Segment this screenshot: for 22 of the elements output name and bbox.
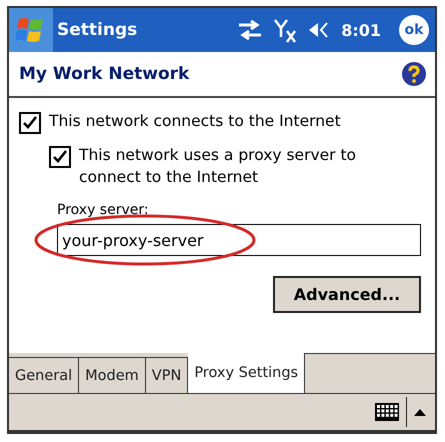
up-arrow-icon[interactable] — [413, 407, 427, 417]
window-title: Settings — [57, 20, 138, 40]
connectivity-icon[interactable] — [237, 19, 264, 41]
tab[interactable]: Modem — [79, 357, 146, 393]
tab[interactable]: Proxy Settings — [188, 353, 306, 393]
proxy-server-field[interactable]: your-proxy-server — [57, 224, 421, 256]
no-signal-icon[interactable] — [273, 17, 298, 43]
checkbox-label: This network connects to the Internet — [49, 111, 341, 132]
field-label: Proxy server: — [57, 202, 150, 218]
checkbox[interactable] — [19, 112, 41, 134]
start-button[interactable] — [9, 8, 53, 52]
keyboard-icon[interactable] — [374, 402, 400, 422]
ok-button[interactable]: ok — [399, 15, 429, 45]
checkbox-label: This network uses a proxy server to connect to the Internet — [79, 145, 358, 188]
page-title: My Work Network — [19, 64, 190, 84]
windows-flag-icon — [16, 15, 46, 45]
help-icon[interactable] — [401, 61, 427, 87]
tab[interactable]: General — [9, 357, 80, 393]
clock[interactable]: 8:01 — [341, 20, 381, 40]
tab[interactable]: VPN — [146, 357, 188, 393]
checkbox[interactable] — [49, 146, 71, 168]
advanced-button[interactable]: Advanced... — [273, 276, 421, 313]
